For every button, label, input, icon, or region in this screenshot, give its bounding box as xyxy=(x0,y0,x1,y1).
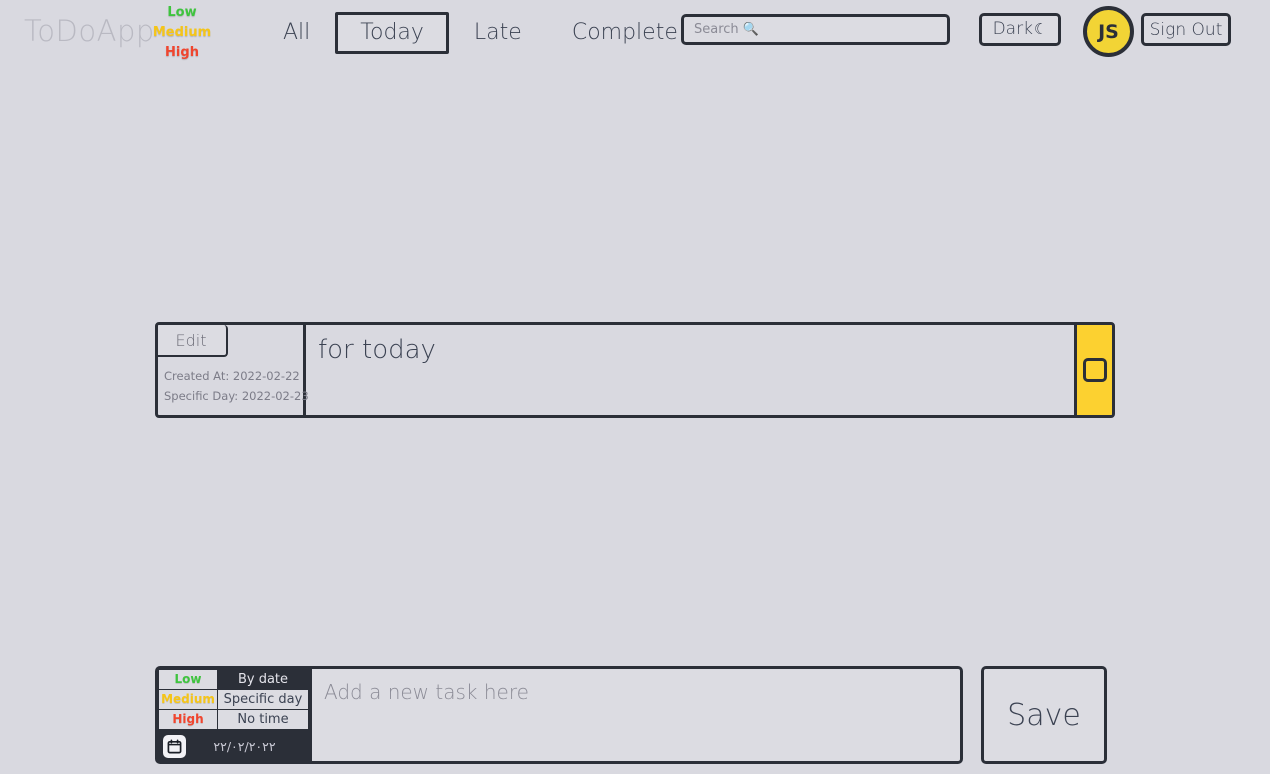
save-button-label: Save xyxy=(1007,697,1081,733)
dark-mode-toggle-button[interactable]: Dark ☾ xyxy=(979,13,1061,46)
new-task-options-panel: Low By date Medium Specific day High No … xyxy=(155,666,309,764)
table-row[interactable]: Edit Created At: 2022-02-22 Specific Day… xyxy=(155,322,1115,418)
calendar-icon[interactable] xyxy=(163,734,186,758)
priority-option-medium[interactable]: Medium xyxy=(159,690,217,709)
time-option-no-time[interactable]: No time xyxy=(218,710,308,729)
task-meta: Edit Created At: 2022-02-22 Specific Day… xyxy=(158,325,309,415)
search-container xyxy=(681,14,950,45)
app-logo: ToDoApp xyxy=(24,14,155,48)
new-task-form: Low By date Medium Specific day High No … xyxy=(155,666,1107,764)
task-specific-day: Specific Day: 2022-02-23 xyxy=(164,389,309,403)
option-row-3: High No time xyxy=(159,710,309,729)
app-header: ToDoApp Low Medium High All Today Late C… xyxy=(0,0,1270,62)
task-list: Edit Created At: 2022-02-22 Specific Day… xyxy=(155,322,1115,418)
new-task-date-row: ۲۲/۰۲/۲۰۲۲ xyxy=(155,732,309,760)
main-navigation: All Today Late Complete xyxy=(258,12,703,54)
option-row-1: Low By date xyxy=(159,670,309,689)
priority-option-high[interactable]: High xyxy=(159,710,217,729)
sign-out-button[interactable]: Sign Out xyxy=(1141,13,1231,46)
nav-tab-complete[interactable]: Complete xyxy=(547,12,703,54)
priority-legend-low: Low xyxy=(167,5,197,20)
moon-icon: ☾ xyxy=(1033,20,1048,38)
new-task-input[interactable] xyxy=(309,666,963,764)
task-text: for today xyxy=(318,335,436,365)
selected-date-value[interactable]: ۲۲/۰۲/۲۰۲۲ xyxy=(186,739,309,754)
time-option-specific-day[interactable]: Specific day xyxy=(218,690,308,709)
new-task-option-rows: Low By date Medium Specific day High No … xyxy=(155,670,309,729)
task-priority-strip xyxy=(1074,325,1112,415)
time-option-by-date[interactable]: By date xyxy=(218,670,308,689)
task-created-at: Created At: 2022-02-22 xyxy=(164,369,300,383)
task-dates: Created At: 2022-02-22 Specific Day: 202… xyxy=(164,366,309,406)
save-button[interactable]: Save xyxy=(981,666,1107,764)
task-complete-checkbox[interactable] xyxy=(1082,358,1107,382)
search-input[interactable] xyxy=(681,14,950,45)
priority-legend-high: High xyxy=(165,45,199,60)
avatar-initials: JS xyxy=(1098,20,1119,43)
priority-legend-medium: Medium xyxy=(152,25,212,40)
sign-out-label: Sign Out xyxy=(1149,19,1223,40)
avatar[interactable]: JS xyxy=(1083,6,1134,57)
priority-legend: Low Medium High xyxy=(152,3,212,63)
option-row-2: Medium Specific day xyxy=(159,690,309,709)
dark-mode-label: Dark xyxy=(992,19,1033,39)
nav-tab-late[interactable]: Late xyxy=(449,12,547,54)
priority-option-low[interactable]: Low xyxy=(159,670,217,689)
edit-button-label: Edit xyxy=(175,330,207,350)
edit-button[interactable]: Edit xyxy=(158,325,228,357)
nav-tab-all[interactable]: All xyxy=(258,12,335,54)
nav-tab-today[interactable]: Today xyxy=(335,12,449,54)
